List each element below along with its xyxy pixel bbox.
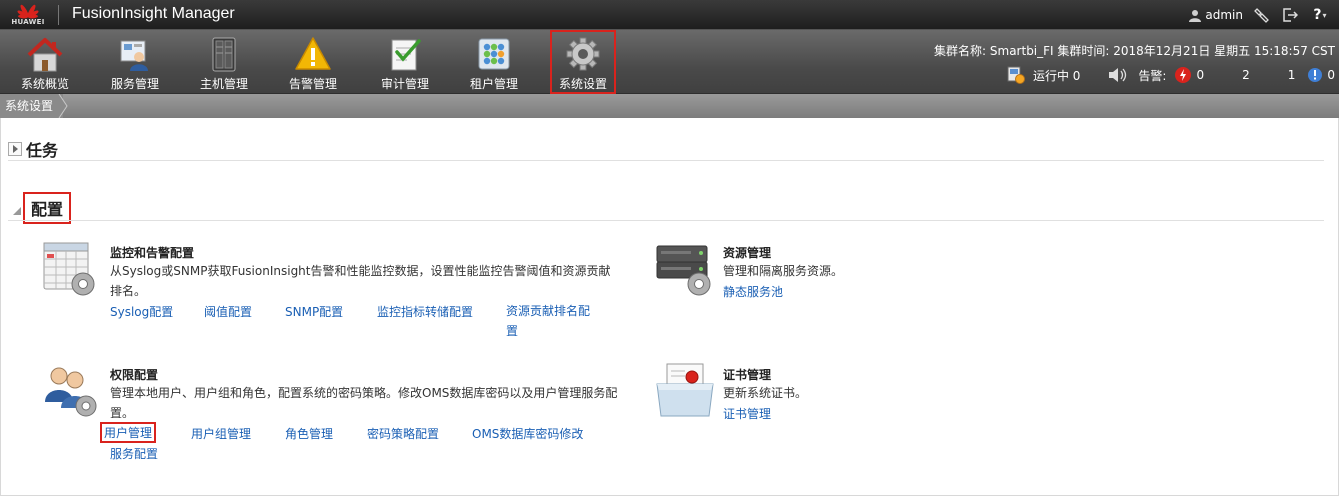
help-icon[interactable]: ? ▾: [1309, 6, 1331, 24]
header-divider: [58, 5, 59, 25]
service-management-icon: [115, 35, 155, 73]
config-section-header[interactable]: 配置: [13, 192, 72, 224]
card-description: 管理本地用户、用户组和角色，配置系统的密码策略。修改OMS数据库密码以及用户管理…: [110, 386, 618, 420]
monitor-config-icon: [43, 242, 95, 296]
nav-label: 系统概览: [20, 77, 69, 91]
user-group-management-link[interactable]: 用户组管理: [191, 425, 251, 442]
users-permission-icon: [45, 367, 97, 417]
nav-label: 主机管理: [199, 77, 248, 91]
brand-text: HUAWEI: [11, 18, 45, 26]
nav-item-audit-management[interactable]: 审计管理: [374, 30, 436, 94]
collapse-arrow-icon[interactable]: [13, 207, 21, 215]
service-config-link[interactable]: 服务配置: [110, 445, 158, 462]
critical-alarm-icon[interactable]: [1174, 66, 1192, 84]
static-service-pool-link[interactable]: 静态服务池: [723, 283, 783, 300]
user-management-link[interactable]: 用户管理: [99, 422, 157, 443]
nav-label: 租户管理: [469, 77, 518, 91]
card-title: 监控和告警配置: [110, 246, 195, 260]
card-title: 证书管理: [723, 368, 772, 382]
server-resource-icon: [656, 245, 711, 296]
card-description: 从Syslog或SNMP获取FusionInsight告警和性能监控数据，设置性…: [110, 264, 611, 298]
server-rack-icon: [204, 35, 244, 73]
nav-label: 系统设置: [558, 77, 607, 91]
speaker-icon[interactable]: [1108, 67, 1128, 83]
warning-alarm-icon[interactable]: [1307, 67, 1323, 83]
gear-icon: [563, 35, 603, 73]
resource-ranking-config-link[interactable]: 资源贡献排名配置: [506, 301, 592, 341]
minor-alarm-count[interactable]: 1: [1288, 68, 1296, 82]
critical-alarm-count[interactable]: 0: [1196, 68, 1204, 82]
snmp-config-link[interactable]: SNMP配置: [285, 303, 343, 320]
breadcrumb: 系统设置: [0, 94, 1339, 118]
huawei-logo: HUAWEI: [6, 3, 50, 27]
nav-item-system-settings[interactable]: 系统设置: [550, 30, 616, 94]
audit-checklist-icon: [385, 35, 425, 73]
certificate-management-card: 证书管理 更新系统证书。 证书管理: [655, 362, 955, 432]
certificate-folder-icon: [656, 363, 714, 417]
nav-item-host-management[interactable]: 主机管理: [193, 30, 255, 94]
tasks-section-header[interactable]: 任务: [8, 137, 58, 161]
nav-label: 服务管理: [110, 77, 159, 91]
top-header: HUAWEI FusionInsight Manager admin ? ▾: [0, 0, 1339, 30]
section-divider: [8, 220, 1324, 221]
tenant-grid-icon: [474, 35, 514, 73]
major-alarm-count[interactable]: 2: [1242, 68, 1250, 82]
header-actions: admin ? ▾: [1189, 0, 1331, 30]
user-menu[interactable]: admin: [1189, 8, 1243, 22]
nav-label: 告警管理: [288, 77, 337, 91]
main-nav: 系统概览 服务管理 主机管理 告警管理 审计管理 租户管理 系统设置 集群名称:…: [0, 30, 1339, 94]
username: admin: [1205, 8, 1243, 22]
config-section-title: 配置: [22, 192, 72, 224]
warning-alarm-count[interactable]: 0: [1327, 68, 1335, 82]
role-management-link[interactable]: 角色管理: [285, 425, 333, 442]
nav-item-alarm-management[interactable]: 告警管理: [282, 30, 344, 94]
expand-arrow-icon[interactable]: [8, 142, 22, 156]
resource-management-card: 资源管理 管理和隔离服务资源。 静态服务池: [655, 240, 955, 310]
nav-item-tenant-management[interactable]: 租户管理: [463, 30, 525, 94]
password-policy-config-link[interactable]: 密码策略配置: [367, 425, 439, 442]
section-divider: [8, 160, 1324, 161]
monitor-alarm-config-card: 监控和告警配置 从Syslog或SNMP获取FusionInsight告警和性能…: [42, 240, 622, 340]
syslog-config-link[interactable]: Syslog配置: [110, 303, 173, 320]
nav-item-overview[interactable]: 系统概览: [14, 30, 76, 94]
card-description: 更新系统证书。: [723, 386, 808, 400]
help-label: ?: [1313, 7, 1322, 23]
permission-config-card: 权限配置 管理本地用户、用户组和角色，配置系统的密码策略。修改OMS数据库密码以…: [42, 362, 622, 462]
card-description: 管理和隔离服务资源。: [723, 264, 844, 278]
card-title: 资源管理: [723, 246, 772, 260]
home-icon: [25, 35, 65, 73]
warning-icon: [293, 35, 333, 73]
threshold-config-link[interactable]: 阈值配置: [204, 303, 252, 320]
nav-item-service-management[interactable]: 服务管理: [104, 30, 166, 94]
card-title: 权限配置: [110, 368, 159, 382]
logout-icon[interactable]: [1281, 6, 1299, 24]
tasks-section-title: 任务: [26, 141, 59, 160]
cluster-info: 集群名称: Smartbi_FI 集群时间: 2018年12月21日 星期五 1…: [934, 44, 1335, 58]
tools-icon[interactable]: [1253, 6, 1271, 24]
breadcrumb-item-system-settings[interactable]: 系统设置: [0, 94, 64, 118]
oms-db-password-link[interactable]: OMS数据库密码修改: [472, 425, 583, 442]
user-icon: [1189, 9, 1202, 22]
breadcrumb-arrow-icon: [58, 94, 68, 118]
status-summary: 运行中 0 告警: 0 2 1 0: [1007, 66, 1335, 84]
metric-dump-config-link[interactable]: 监控指标转储配置: [377, 303, 473, 320]
nav-label: 审计管理: [380, 77, 429, 91]
running-task-icon[interactable]: [1007, 66, 1025, 84]
app-title: FusionInsight Manager: [72, 5, 235, 22]
certificate-management-link[interactable]: 证书管理: [723, 405, 771, 422]
alarm-label: 告警:: [1138, 68, 1167, 83]
running-count[interactable]: 运行中 0: [1033, 67, 1080, 84]
